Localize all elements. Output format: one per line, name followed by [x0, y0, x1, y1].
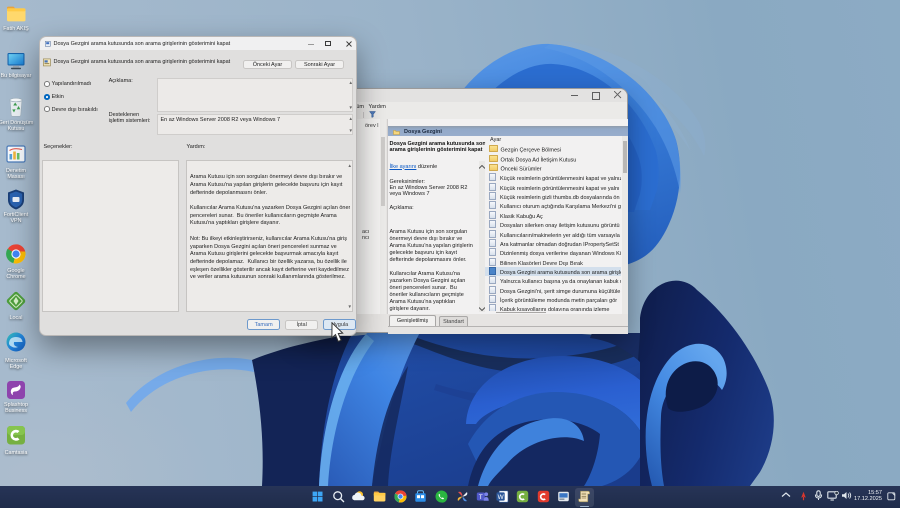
svg-text:W: W — [498, 494, 505, 501]
svg-text:T: T — [479, 494, 483, 501]
